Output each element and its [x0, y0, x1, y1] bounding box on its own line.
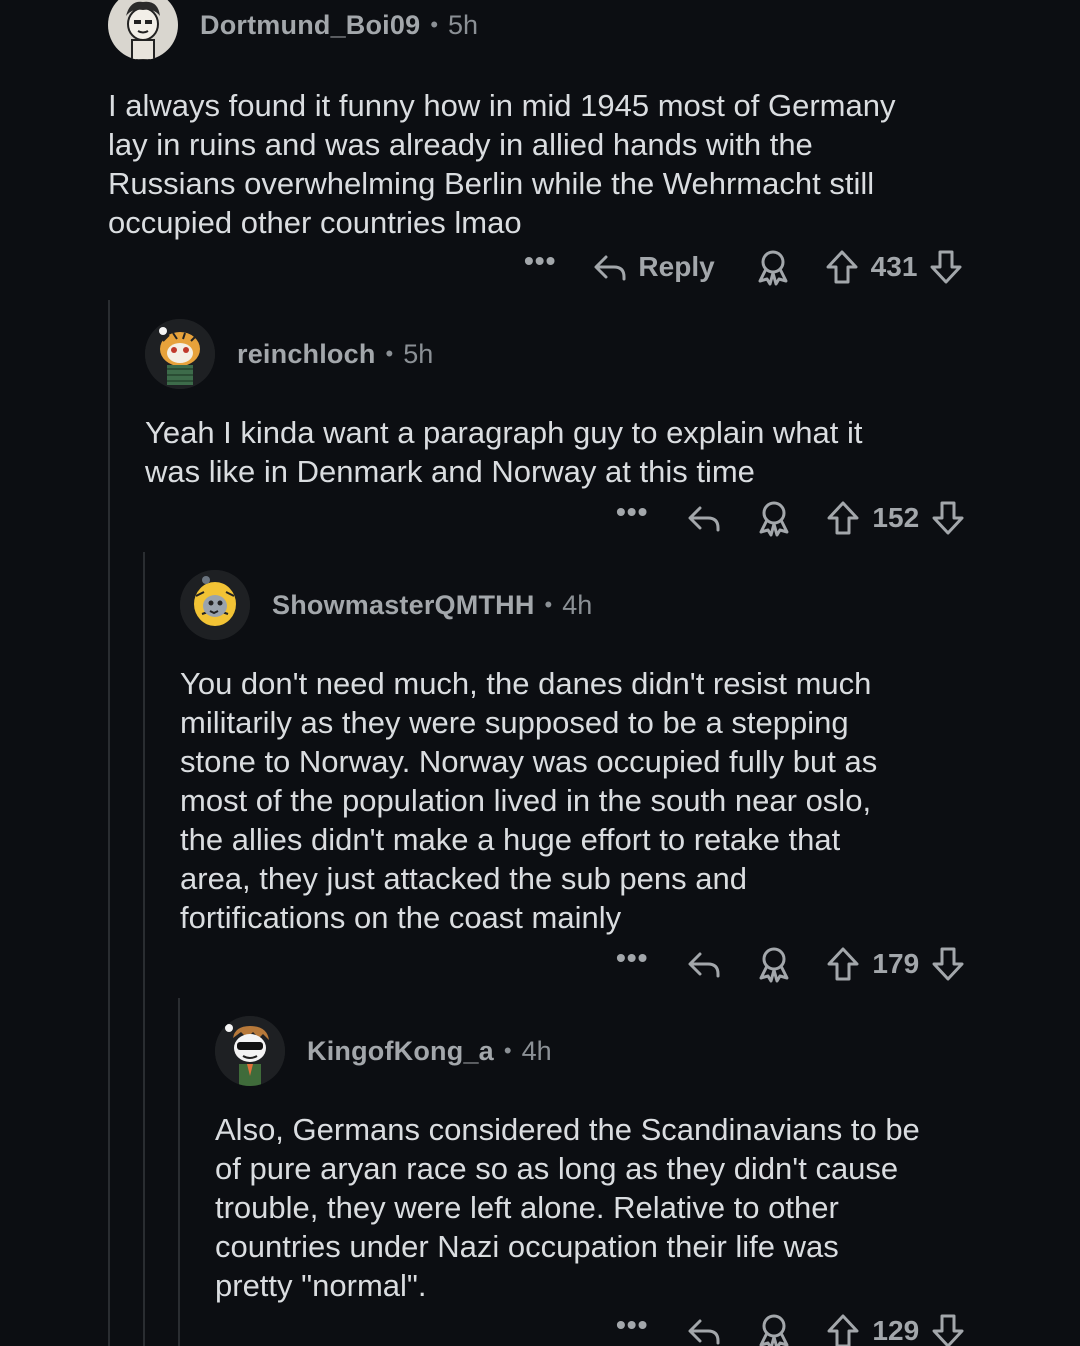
- comment-actions: ••• 129: [616, 1311, 965, 1346]
- comment-reinchloch: reinchloch • 5h Yeah I kinda want a para…: [145, 319, 1025, 491]
- timestamp: 5h: [403, 338, 434, 369]
- reply-arrow-icon: [688, 952, 720, 978]
- comment-header: reinchloch • 5h: [145, 319, 1025, 389]
- comment-showmasterqmthh: ShowmasterQMTHH • 4h You don't need much…: [180, 570, 1040, 937]
- avatar-icon: [215, 1016, 285, 1086]
- downvote-button[interactable]: [931, 1313, 965, 1346]
- award-icon: [759, 501, 789, 537]
- avatar[interactable]: [108, 0, 178, 60]
- downvote-arrow-icon: [932, 1314, 964, 1346]
- comment-dortmund-boi09: Dortmund_Boi09 • 5h I always found it fu…: [108, 0, 1008, 242]
- reply-button[interactable]: [686, 500, 722, 536]
- avatar[interactable]: [180, 570, 250, 640]
- more-options-button[interactable]: •••: [616, 498, 648, 526]
- comment-body: I always found it funny how in mid 1945 …: [108, 88, 896, 240]
- downvote-button[interactable]: [931, 500, 965, 536]
- upvote-arrow-icon: [827, 947, 859, 981]
- reply-arrow-icon: [594, 255, 626, 281]
- comment-kingofkong-a: KingofKong_a • 4h Also, Germans consider…: [215, 1016, 1055, 1305]
- downvote-arrow-icon: [932, 501, 964, 535]
- comment-body: Also, Germans considered the Scandinavia…: [215, 1112, 920, 1303]
- comment-body: You don't need much, the danes didn't re…: [180, 666, 878, 935]
- upvote-arrow-icon: [827, 501, 859, 535]
- upvote-button[interactable]: [826, 500, 860, 536]
- comment-thread: Dortmund_Boi09 • 5h I always found it fu…: [0, 0, 1080, 1346]
- timestamp: 5h: [448, 9, 479, 40]
- reply-arrow-icon: [688, 1319, 720, 1345]
- avatar-icon: [180, 570, 250, 640]
- thread-line-level-3[interactable]: [178, 998, 180, 1346]
- vote-score: 152: [872, 502, 920, 533]
- comment-header: ShowmasterQMTHH • 4h: [180, 570, 1040, 640]
- vote-score: 179: [872, 948, 920, 979]
- award-button[interactable]: [755, 248, 791, 286]
- username[interactable]: KingofKong_a: [307, 1036, 494, 1067]
- comment-header: KingofKong_a • 4h: [215, 1016, 1055, 1086]
- upvote-arrow-icon: [826, 250, 858, 284]
- downvote-arrow-icon: [930, 250, 962, 284]
- username[interactable]: reinchloch: [237, 339, 376, 370]
- reply-button[interactable]: [686, 1313, 722, 1346]
- avatar[interactable]: [215, 1016, 285, 1086]
- more-options-button[interactable]: •••: [524, 247, 556, 275]
- upvote-button[interactable]: [826, 1313, 860, 1346]
- timestamp: 4h: [562, 589, 593, 620]
- thread-line-level-1[interactable]: [108, 300, 110, 1346]
- timestamp: 4h: [521, 1035, 552, 1066]
- downvote-arrow-icon: [932, 947, 964, 981]
- avatar-icon: [108, 0, 178, 60]
- award-icon: [758, 250, 788, 286]
- reply-button[interactable]: [686, 946, 722, 982]
- username[interactable]: ShowmasterQMTHH: [272, 590, 535, 621]
- comment-actions: ••• Reply 431: [524, 247, 963, 287]
- upvote-button[interactable]: [826, 946, 860, 982]
- award-button[interactable]: [756, 945, 792, 983]
- separator-dot: •: [544, 592, 553, 617]
- downvote-button[interactable]: [929, 249, 963, 285]
- more-options-button[interactable]: •••: [616, 1311, 648, 1339]
- more-options-button[interactable]: •••: [616, 944, 648, 972]
- award-icon: [759, 947, 789, 983]
- comment-actions: ••• 152: [616, 498, 965, 538]
- comment-body: Yeah I kinda want a paragraph guy to exp…: [145, 415, 863, 489]
- award-button[interactable]: [756, 1312, 792, 1346]
- separator-dot: •: [503, 1038, 512, 1063]
- award-icon: [759, 1314, 789, 1346]
- downvote-button[interactable]: [931, 946, 965, 982]
- comment-header: Dortmund_Boi09 • 5h: [108, 0, 1008, 60]
- award-button[interactable]: [756, 499, 792, 537]
- upvote-arrow-icon: [827, 1314, 859, 1346]
- separator-dot: •: [385, 341, 394, 366]
- avatar[interactable]: [145, 319, 215, 389]
- upvote-button[interactable]: [825, 249, 859, 285]
- reply-arrow-icon: [688, 506, 720, 532]
- reply-button[interactable]: Reply: [592, 249, 715, 285]
- vote-score: 129: [872, 1315, 920, 1346]
- username[interactable]: Dortmund_Boi09: [200, 10, 420, 41]
- vote-score: 431: [870, 251, 918, 282]
- avatar-icon: [145, 319, 215, 389]
- separator-dot: •: [430, 12, 439, 37]
- comment-actions: ••• 179: [616, 944, 965, 984]
- reply-label: Reply: [638, 251, 715, 282]
- thread-line-level-2[interactable]: [143, 552, 145, 1346]
